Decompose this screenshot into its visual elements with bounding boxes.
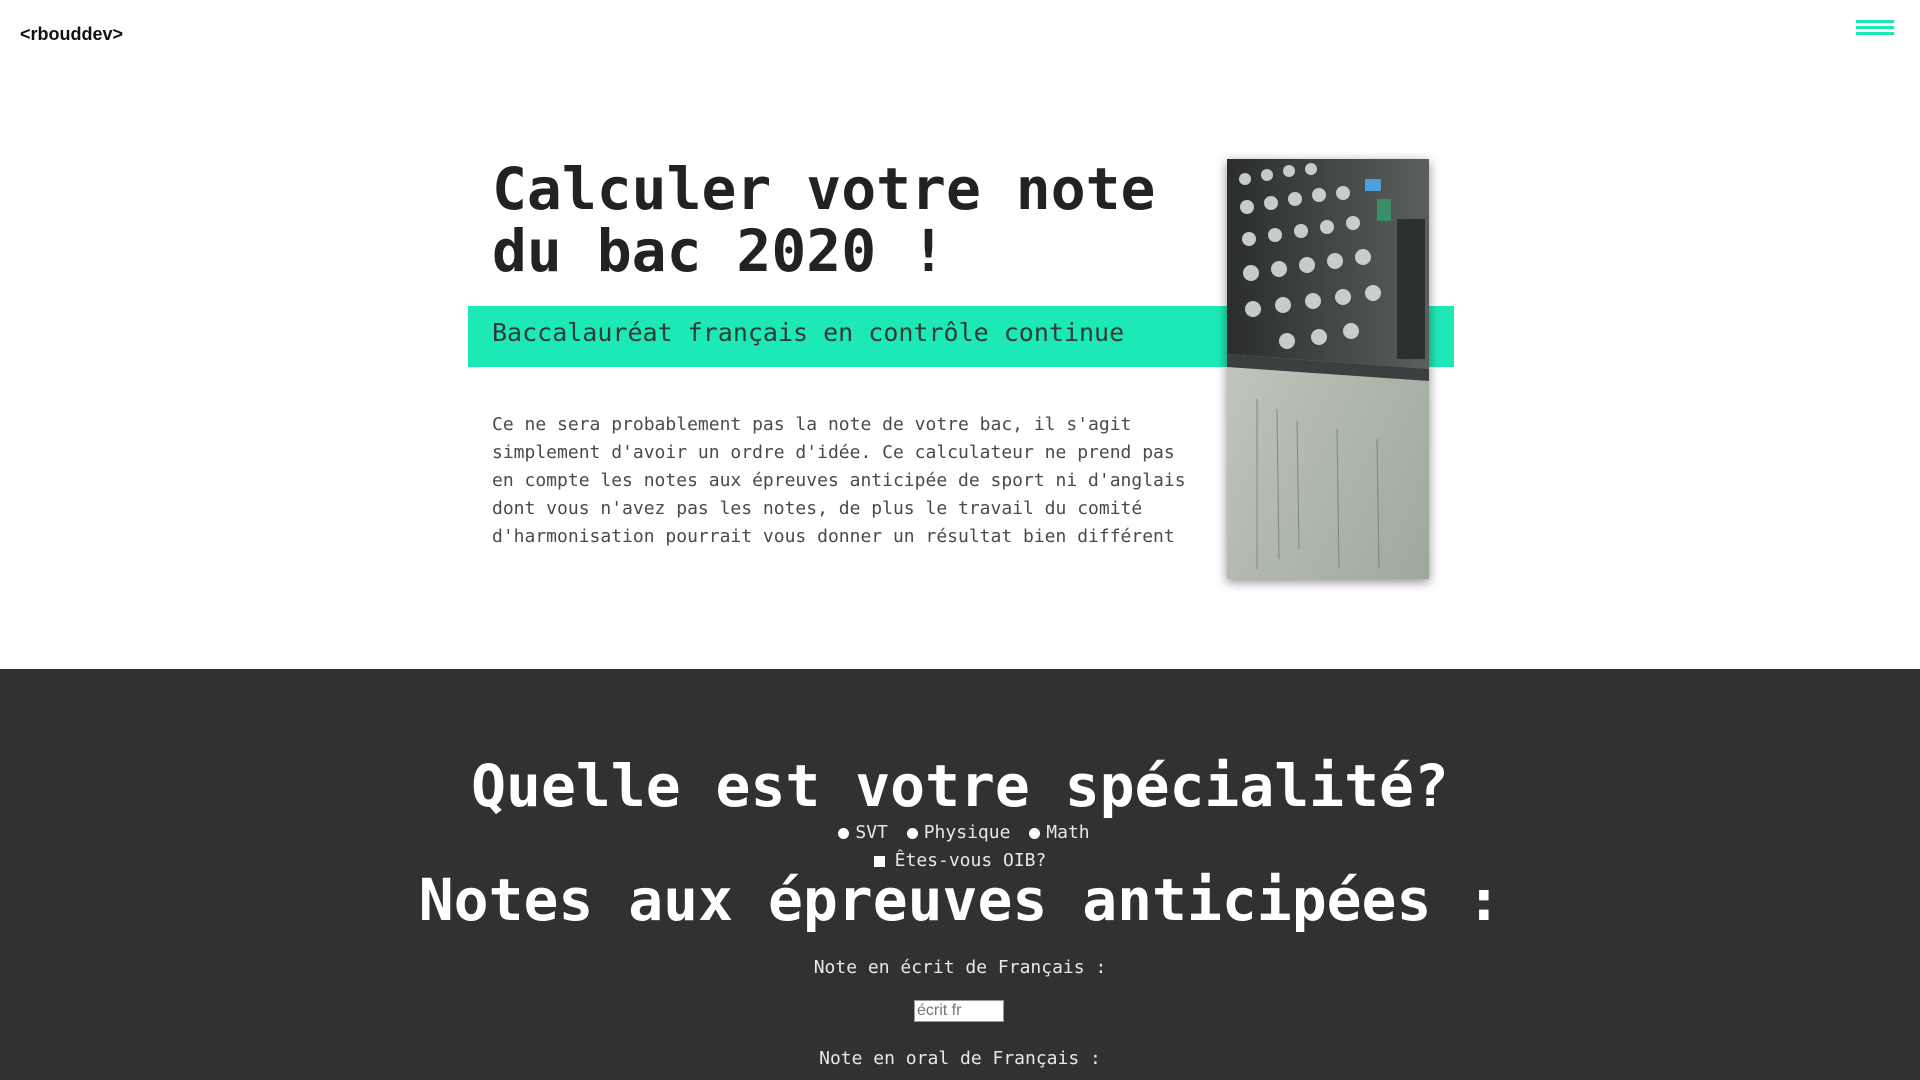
specialite-radio-group: SVT Physique Math <box>0 822 1920 843</box>
page-title: Calculer votre note du bac 2020 ! <box>492 155 1156 285</box>
site-logo[interactable]: <rbouddev> <box>20 24 123 45</box>
form-section: Quelle est votre spécialité? SVT Physiqu… <box>0 669 1920 1080</box>
radio-label-math: Math <box>1046 822 1090 843</box>
oib-checkbox[interactable] <box>873 855 885 867</box>
oral-francais-label: Note en oral de Français : <box>819 1048 1101 1069</box>
subtitle: Baccalauréat français en contrôle contin… <box>492 318 1125 347</box>
radio-svt[interactable] <box>838 827 850 839</box>
description-text: Ce ne sera probablement pas la note de v… <box>492 414 1186 547</box>
radio-physique[interactable] <box>906 827 918 839</box>
anticipees-title: Notes aux épreuves anticipées : <box>418 866 1502 934</box>
radio-label-physique: Physique <box>923 822 1011 843</box>
ecrit-francais-input[interactable] <box>914 1000 1004 1022</box>
hamburger-menu-icon[interactable] <box>1856 20 1894 40</box>
ecrit-francais-label: Note en écrit de Français : <box>813 957 1107 978</box>
radio-label-svt: SVT <box>855 822 888 843</box>
specialite-title: Quelle est votre spécialité? <box>471 752 1449 820</box>
calculator-photo <box>1227 159 1429 579</box>
radio-math[interactable] <box>1029 827 1041 839</box>
